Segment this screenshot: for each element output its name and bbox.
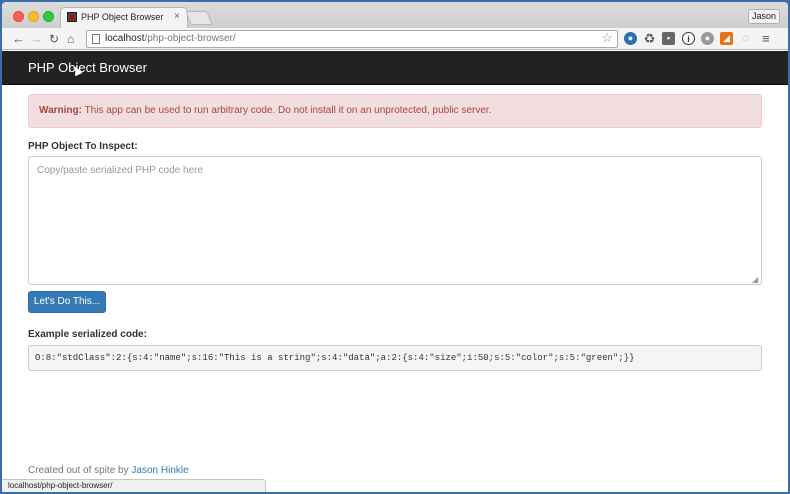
back-arrow-icon[interactable]: ← (12, 30, 25, 48)
tab-close-icon[interactable]: × (174, 11, 180, 22)
status-bar: localhost/php-object-browser/ (2, 479, 266, 492)
object-input-label: PHP Object To Inspect: (28, 141, 138, 152)
extension-bulb-icon[interactable]: ◌ (739, 32, 752, 45)
extension-globe-icon[interactable]: ● (624, 32, 637, 45)
navbar-brand[interactable]: PHP Object Browser (28, 60, 147, 75)
url-text[interactable]: localhost/php-object-browser/ (105, 33, 236, 44)
example-code-block: O:8:"stdClass":2:{s:4:"name";s:16:"This … (28, 345, 762, 371)
resize-grip-icon[interactable]: ◢ (752, 275, 760, 284)
author-link[interactable]: Jason Hinkle (131, 465, 188, 476)
minimize-window-button[interactable] (28, 11, 39, 22)
extension-recycle-icon[interactable]: ♻ (643, 32, 656, 45)
submit-button[interactable]: Let's Do This... (28, 291, 106, 313)
address-bar[interactable]: localhost/php-object-browser/ ☆ (86, 30, 618, 48)
extension-circle-icon[interactable]: ● (701, 32, 714, 45)
reload-icon[interactable]: ↻ (49, 30, 59, 48)
menu-icon[interactable]: ≡ (762, 31, 770, 46)
footer: Created out of spite by Jason Hinkle (28, 465, 189, 476)
alert-message: This app can be used to run arbitrary co… (81, 105, 492, 116)
extension-info-icon[interactable]: i (682, 32, 695, 45)
new-tab-button[interactable] (185, 11, 213, 25)
star-icon[interactable]: ☆ (601, 30, 613, 46)
alert-prefix: Warning: (39, 105, 82, 116)
browser-toolbar: ← → ↻ ⌂ localhost/php-object-browser/ ☆ … (2, 28, 788, 50)
tab-strip: PHP Object Browser × Jason (2, 2, 788, 28)
warning-alert: Warning: This app can be used to run arb… (28, 94, 762, 128)
page-icon (92, 34, 100, 44)
extension-feed-icon[interactable]: ◢ (720, 32, 733, 45)
maximize-window-button[interactable] (43, 11, 54, 22)
app-navbar: PHP Object Browser (2, 51, 788, 85)
example-label: Example serialized code: (28, 329, 147, 340)
browser-window: PHP Object Browser × Jason ← → ↻ ⌂ local… (2, 2, 788, 492)
close-window-button[interactable] (13, 11, 24, 22)
extension-lock-icon[interactable]: ▪ (662, 32, 675, 45)
tab-title: PHP Object Browser (81, 12, 164, 22)
profile-button[interactable]: Jason (748, 9, 780, 24)
serialized-code-input[interactable] (28, 156, 762, 285)
favicon-icon (67, 12, 77, 22)
home-icon[interactable]: ⌂ (67, 30, 74, 48)
footer-text: Created out of spite by (28, 465, 132, 476)
main-content: Warning: This app can be used to run arb… (2, 85, 788, 492)
tab-php-object-browser[interactable]: PHP Object Browser × (60, 7, 188, 28)
forward-arrow-icon[interactable]: → (30, 30, 43, 48)
